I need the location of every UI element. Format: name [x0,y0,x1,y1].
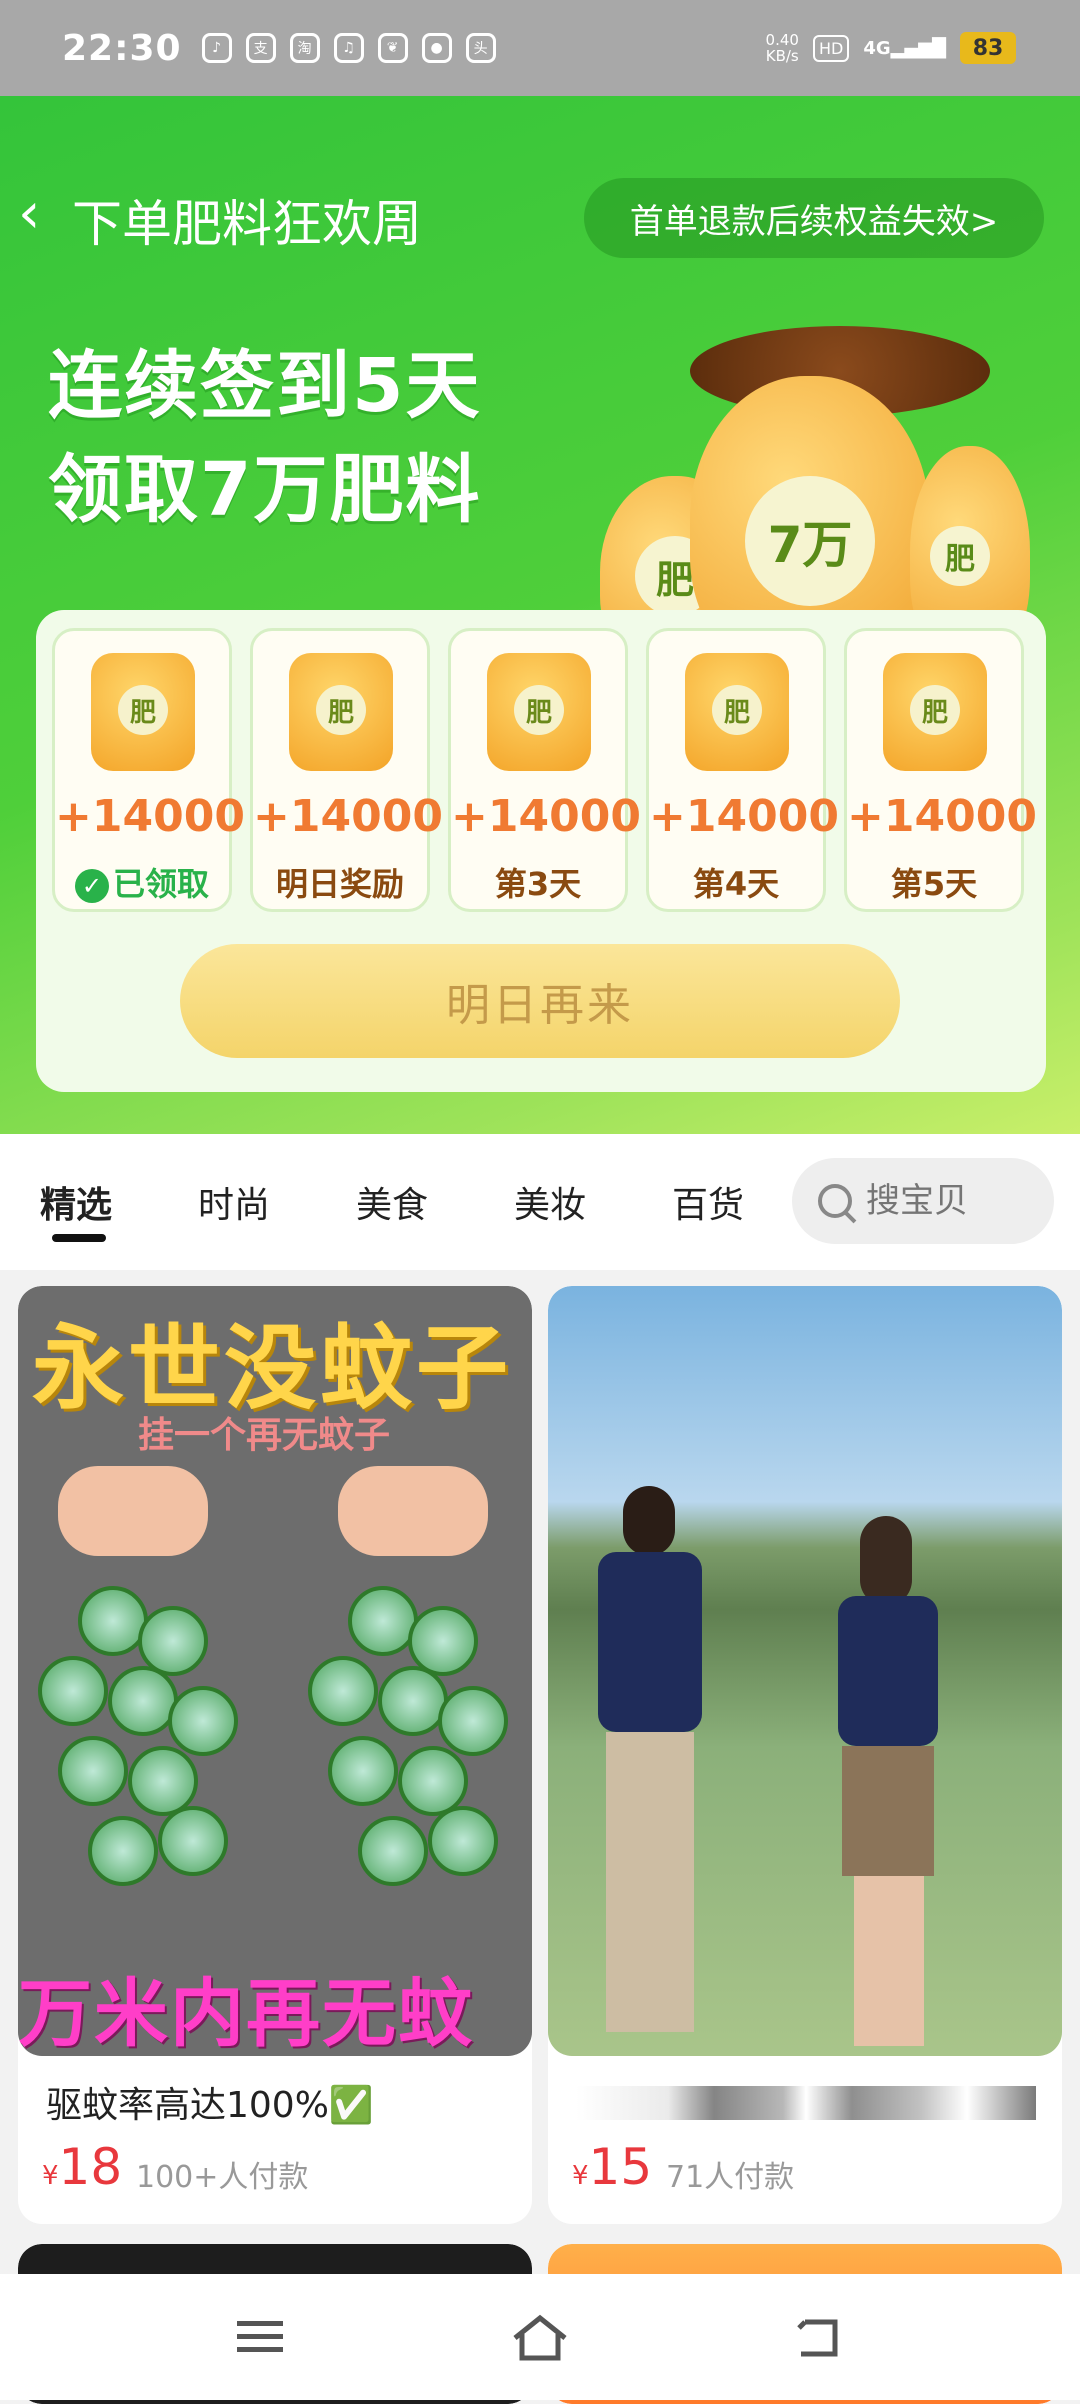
product-card-polo-shirt[interactable]: ¥15 71人付款 [548,1286,1062,2224]
tiktok-notification-icon: ♪ [201,33,232,63]
search-input[interactable] [864,1180,1028,1222]
location-notification-icon: ● [421,33,452,63]
battery-icon: 83 [960,32,1016,64]
tab-fashion[interactable]: 时尚 [198,1176,270,1228]
product-price: ¥15 [572,2138,652,2196]
paid-count: 100+人付款 [136,2160,309,2195]
fertilizer-bag-icon: 肥 [289,653,393,771]
repellent-discs-left [18,1546,248,1906]
back-button[interactable] [780,2307,860,2367]
page-title: 下单肥料狂欢周 [72,195,422,253]
bag-label: 肥 [514,685,564,735]
obscured-title-bar [576,2086,1036,2120]
male-model [588,1486,708,2046]
price-value: 18 [58,2138,123,2196]
tab-food[interactable]: 美食 [356,1176,428,1228]
paid-count: 71人付款 [666,2160,795,2195]
fertilizer-bag-icon: 肥 [685,653,789,771]
network-speed-value: 0.40 [765,31,799,49]
home-icon [513,2314,567,2361]
checkin-day-4[interactable]: 肥 +14000 第4天 [646,628,839,912]
check-icon: ✓ [74,869,109,903]
checkin-day-3[interactable]: 肥 +14000 第3天 [448,628,641,912]
menu-button[interactable] [220,2307,300,2367]
day-label-text: 已领取 [112,865,209,903]
promo-line-2: 领取7万肥料 [48,447,482,533]
checkin-day-2[interactable]: 肥 +14000 明日奖励 [250,628,443,912]
reward-amount: +14000 [55,791,245,842]
status-bar: 22:30 ♪ 支 淘 ♫ ❦ ● 头 0.40 KB/s HD 4G▂▄▆█ … [0,0,1080,96]
tab-featured[interactable]: 精选 [40,1176,112,1228]
day-label: 第3天 [494,865,582,903]
product-image[interactable] [548,1286,1062,2056]
bag-label: 肥 [930,526,990,586]
system-navigation-bar [0,2274,1080,2400]
currency-symbol: ¥ [42,2161,59,2191]
search-box[interactable] [792,1158,1054,1244]
hero-banner: ‹ 下单肥料狂欢周 首单退款后续权益失效> 连续签到5天 领取7万肥料 肥 7万… [0,96,1080,1134]
active-tab-indicator [52,1234,106,1242]
fertilizer-bag-icon: 肥 [91,653,195,771]
female-model [828,1516,948,2046]
menu-icon [237,2321,283,2352]
fertilizer-bag-icon: 肥 [487,653,591,771]
tab-beauty[interactable]: 美妆 [514,1176,586,1228]
taobao-notification-icon: 淘 [289,33,320,63]
product-price: ¥18 [42,2138,122,2196]
price-value: 15 [588,2138,653,2196]
status-time: 22:30 [62,27,182,69]
day-label: 明日奖励 [275,865,404,903]
back-icon [797,2319,838,2357]
bag-label: 肥 [316,685,366,735]
refund-notice-link[interactable]: 首单退款后续权益失效> [584,178,1044,258]
back-arrow-icon[interactable]: ‹ [18,186,58,246]
product-card-mosquito-repellent[interactable]: 永世没蚊子 挂一个再无蚊子 万米内再无蚊子 驱蚊率高达100%✅ ¥18 100… [18,1286,532,2224]
toutiao-notification-icon: 头 [465,33,496,63]
product-title: 驱蚊率高达100%✅ [46,2085,374,2126]
home-button[interactable] [500,2307,580,2367]
bag-label: 肥 [712,685,762,735]
bag-label: 肥 [118,685,168,735]
product-image[interactable]: 永世没蚊子 挂一个再无蚊子 万米内再无蚊子 [18,1286,532,2056]
checkin-day-5[interactable]: 肥 +14000 第5天 [844,628,1037,912]
hand-right [338,1466,488,1556]
reward-amount: +14000 [253,791,443,842]
checkin-day-1[interactable]: 肥 +14000 ✓ 已领取 [52,628,245,912]
category-tabs: 精选 时尚 美食 美妆 百货 [0,1134,1080,1270]
notification-icons: ♪ 支 淘 ♫ ❦ ● 头 [201,33,496,63]
network-speed-unit: KB/s [765,47,799,65]
reward-amount: +14000 [847,791,1037,842]
network-speed: 0.40 KB/s [766,32,799,64]
image-subheadline: 挂一个再无蚊子 [138,1415,391,1456]
fertilizer-bag-icon: 肥 [883,653,987,771]
come-back-tomorrow-button[interactable]: 明日再来 [180,944,900,1058]
day-label: ✓ 已领取 [55,859,229,905]
search-icon [818,1184,852,1218]
hd-icon: HD [812,34,850,62]
network-type: 4G [863,37,891,59]
day-label: 第4天 [692,865,780,903]
bag-label-main: 7万 [745,476,875,606]
leaf-notification-icon: ❦ [377,33,408,63]
promo-line-1: 连续签到5天 [48,343,482,429]
day-label: 第5天 [890,865,978,903]
douyin-notification-icon: ♫ [333,33,364,63]
signal-icon: 4G▂▄▆█ [863,37,946,59]
currency-symbol: ¥ [572,2161,589,2191]
tab-general-goods[interactable]: 百货 [672,1176,744,1228]
alipay-notification-icon: 支 [245,33,276,63]
image-footer-text: 万米内再无蚊子 [18,1971,474,2056]
bag-label: 肥 [910,685,960,735]
reward-amount: +14000 [451,791,641,842]
reward-amount: +14000 [649,791,839,842]
hand-left [58,1466,208,1556]
repellent-discs-right [288,1546,518,1906]
checkin-panel: 肥 +14000 ✓ 已领取 肥 +14000 明日奖励 肥 +14000 第3天… [36,610,1046,1092]
